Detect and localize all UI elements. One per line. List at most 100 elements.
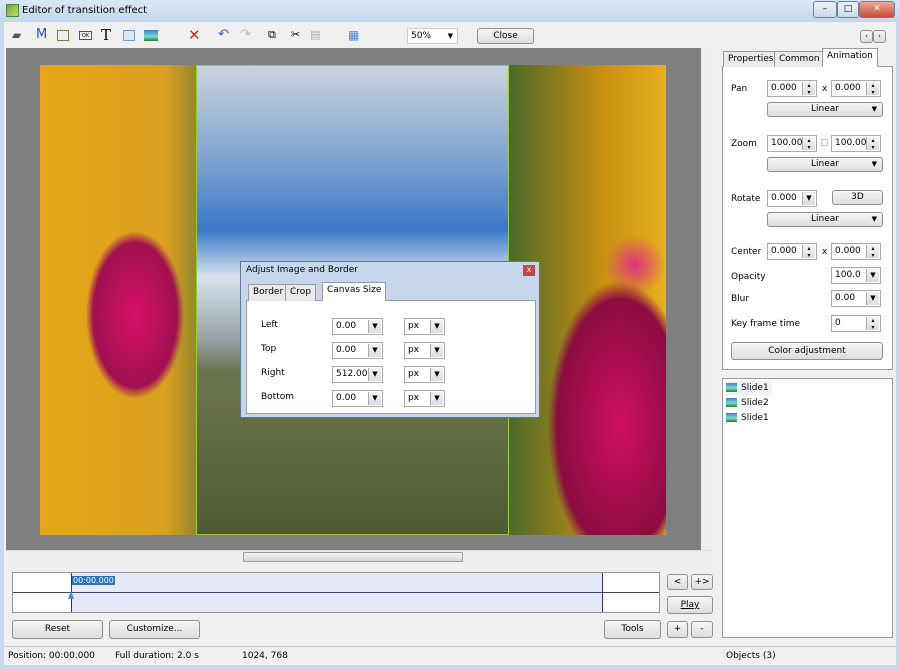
opacity-select[interactable]: 100.0 ▼ bbox=[831, 267, 881, 284]
dialog-label-bottom: Bottom bbox=[261, 392, 295, 402]
dialog-close-button[interactable]: x bbox=[523, 265, 535, 276]
customize-button[interactable]: Customize... bbox=[109, 620, 200, 639]
maximize-button[interactable]: □ bbox=[837, 1, 859, 18]
tab-border[interactable]: Border bbox=[248, 284, 289, 301]
chevron-down-icon: ▼ bbox=[802, 192, 815, 205]
frame-icon[interactable] bbox=[57, 30, 69, 41]
spinner-icon[interactable]: ▴ ▾ bbox=[866, 137, 879, 151]
tools-button[interactable]: Tools bbox=[604, 620, 661, 639]
3d-button[interactable]: 3D bbox=[832, 190, 883, 205]
object-item[interactable]: Slide2 bbox=[726, 396, 772, 410]
zoom-x-input[interactable]: 100.000 ▴ ▾ bbox=[767, 135, 817, 152]
tab-crop[interactable]: Crop bbox=[285, 284, 317, 301]
grid-icon[interactable]: ▦ bbox=[348, 24, 359, 46]
tab-common[interactable]: Common bbox=[774, 51, 825, 67]
left-value-select[interactable]: 0.00 ▼ bbox=[332, 318, 383, 335]
rotate-easing-select[interactable]: Linear ▼ bbox=[767, 212, 883, 227]
spinner-icon[interactable]: ▴ ▾ bbox=[802, 137, 815, 151]
vertical-scrollbar[interactable] bbox=[701, 48, 712, 550]
unit-text: px bbox=[408, 369, 420, 379]
copy-icon[interactable]: ⧉ bbox=[268, 24, 276, 46]
value-text: Linear bbox=[811, 104, 839, 114]
left-unit-select[interactable]: px ▼ bbox=[404, 318, 445, 335]
text-icon[interactable]: T bbox=[101, 24, 111, 46]
object-item[interactable]: Slide1 bbox=[726, 381, 772, 395]
spinner-icon[interactable]: ▴ ▾ bbox=[866, 317, 879, 331]
status-resolution: 1024, 768 bbox=[242, 651, 288, 661]
spinner-icon[interactable]: ▴ ▾ bbox=[802, 245, 815, 259]
close-button[interactable]: Close bbox=[477, 28, 534, 44]
cut-icon[interactable]: ✂ bbox=[291, 24, 300, 46]
pan-x-input[interactable]: 0.000 ▴ ▾ bbox=[767, 80, 817, 97]
zoom-y-input[interactable]: 100.000 ▴ ▾ bbox=[831, 135, 881, 152]
right-value-select[interactable]: 512.00 ▼ bbox=[332, 366, 383, 383]
add-keyframe-button[interactable]: + bbox=[667, 621, 688, 638]
button-icon[interactable]: OK bbox=[79, 31, 92, 40]
zoom-label: Zoom bbox=[731, 139, 757, 149]
bottom-unit-select[interactable]: px ▼ bbox=[404, 390, 445, 407]
mask-icon[interactable]: M bbox=[36, 24, 47, 46]
redo-icon[interactable]: ↷ bbox=[240, 24, 251, 46]
chevron-down-icon: ▼ bbox=[368, 368, 381, 381]
scroll-thumb[interactable] bbox=[243, 552, 463, 562]
delete-icon[interactable]: ✕ bbox=[188, 24, 201, 46]
center-x-input[interactable]: 0.000 ▴ ▾ bbox=[767, 243, 817, 260]
object-item[interactable]: Slide1 bbox=[726, 411, 772, 425]
value-text: 0.000 bbox=[771, 83, 797, 93]
image-icon[interactable] bbox=[144, 30, 158, 41]
remove-keyframe-button[interactable]: - bbox=[691, 621, 713, 638]
title-bar: Editor of transition effect – □ ✕ bbox=[0, 0, 900, 22]
bottom-value-select[interactable]: 0.00 ▼ bbox=[332, 390, 383, 407]
horizontal-scrollbar[interactable] bbox=[6, 550, 712, 563]
value-text: 0.00 bbox=[336, 393, 357, 403]
value-text: 0.000 bbox=[771, 193, 797, 203]
value-text: 0 bbox=[835, 318, 841, 328]
zoom-select[interactable]: 50% ▼ bbox=[407, 28, 458, 44]
spinner-icon[interactable]: ▴ ▾ bbox=[866, 245, 879, 259]
panel-right-arrow[interactable]: › bbox=[873, 30, 886, 43]
top-unit-select[interactable]: px ▼ bbox=[404, 342, 445, 359]
rectangle-icon[interactable] bbox=[123, 30, 135, 41]
color-adjustment-button[interactable]: Color adjustment bbox=[731, 342, 883, 360]
dialog-label-left: Left bbox=[261, 320, 278, 330]
reset-button[interactable]: Reset bbox=[12, 620, 103, 639]
pan-easing-select[interactable]: Linear ▼ bbox=[767, 102, 883, 117]
dialog-label-top: Top bbox=[261, 344, 277, 354]
right-unit-select[interactable]: px ▼ bbox=[404, 366, 445, 383]
center-label: Center bbox=[731, 247, 762, 257]
zoom-easing-select[interactable]: Linear ▼ bbox=[767, 157, 883, 172]
pan-y-input[interactable]: 0.000 ▴ ▾ bbox=[831, 80, 881, 97]
rotate-input[interactable]: 0.000 ▼ bbox=[767, 190, 817, 207]
tab-properties[interactable]: Properties bbox=[723, 51, 779, 67]
camera-icon[interactable]: ▰ bbox=[12, 24, 21, 46]
chevron-down-icon: ▼ bbox=[430, 344, 443, 357]
chevron-down-icon: ▼ bbox=[866, 292, 879, 305]
blur-select[interactable]: 0.00 ▼ bbox=[831, 290, 881, 307]
app-icon bbox=[6, 4, 19, 17]
top-value-select[interactable]: 0.00 ▼ bbox=[332, 342, 383, 359]
chevron-down-icon: ▼ bbox=[866, 269, 879, 282]
x-separator: x bbox=[822, 247, 828, 257]
play-button[interactable]: Play bbox=[667, 596, 713, 614]
keyframe-time-label: Key frame time bbox=[731, 319, 801, 329]
undo-icon[interactable]: ↶ bbox=[218, 24, 229, 46]
tab-animation[interactable]: Animation bbox=[822, 48, 878, 67]
timeline[interactable]: 00:00.000 bbox=[12, 572, 660, 613]
next-keyframe-button[interactable]: +> bbox=[691, 574, 713, 590]
unit-text: px bbox=[408, 345, 420, 355]
status-duration: Full duration: 2.0 s bbox=[115, 651, 199, 661]
close-window-button[interactable]: ✕ bbox=[859, 1, 895, 18]
spinner-icon[interactable]: ▴ ▾ bbox=[802, 82, 815, 96]
paste-icon[interactable]: ▤ bbox=[310, 24, 320, 46]
spinner-icon[interactable]: ▴ ▾ bbox=[866, 82, 879, 96]
keyframe-time-input[interactable]: 0 ▴ ▾ bbox=[831, 315, 881, 332]
center-y-input[interactable]: 0.000 ▴ ▾ bbox=[831, 243, 881, 260]
tab-canvas-size[interactable]: Canvas Size bbox=[322, 282, 387, 301]
prev-keyframe-button[interactable]: < bbox=[667, 574, 688, 590]
opacity-label: Opacity bbox=[731, 272, 766, 282]
zoom-link-checkbox[interactable] bbox=[821, 139, 828, 146]
minimize-button[interactable]: – bbox=[813, 1, 837, 18]
dialog-label-right: Right bbox=[261, 368, 285, 378]
zoom-value: 50% bbox=[411, 31, 432, 41]
panel-left-arrow[interactable]: ‹ bbox=[860, 30, 873, 43]
